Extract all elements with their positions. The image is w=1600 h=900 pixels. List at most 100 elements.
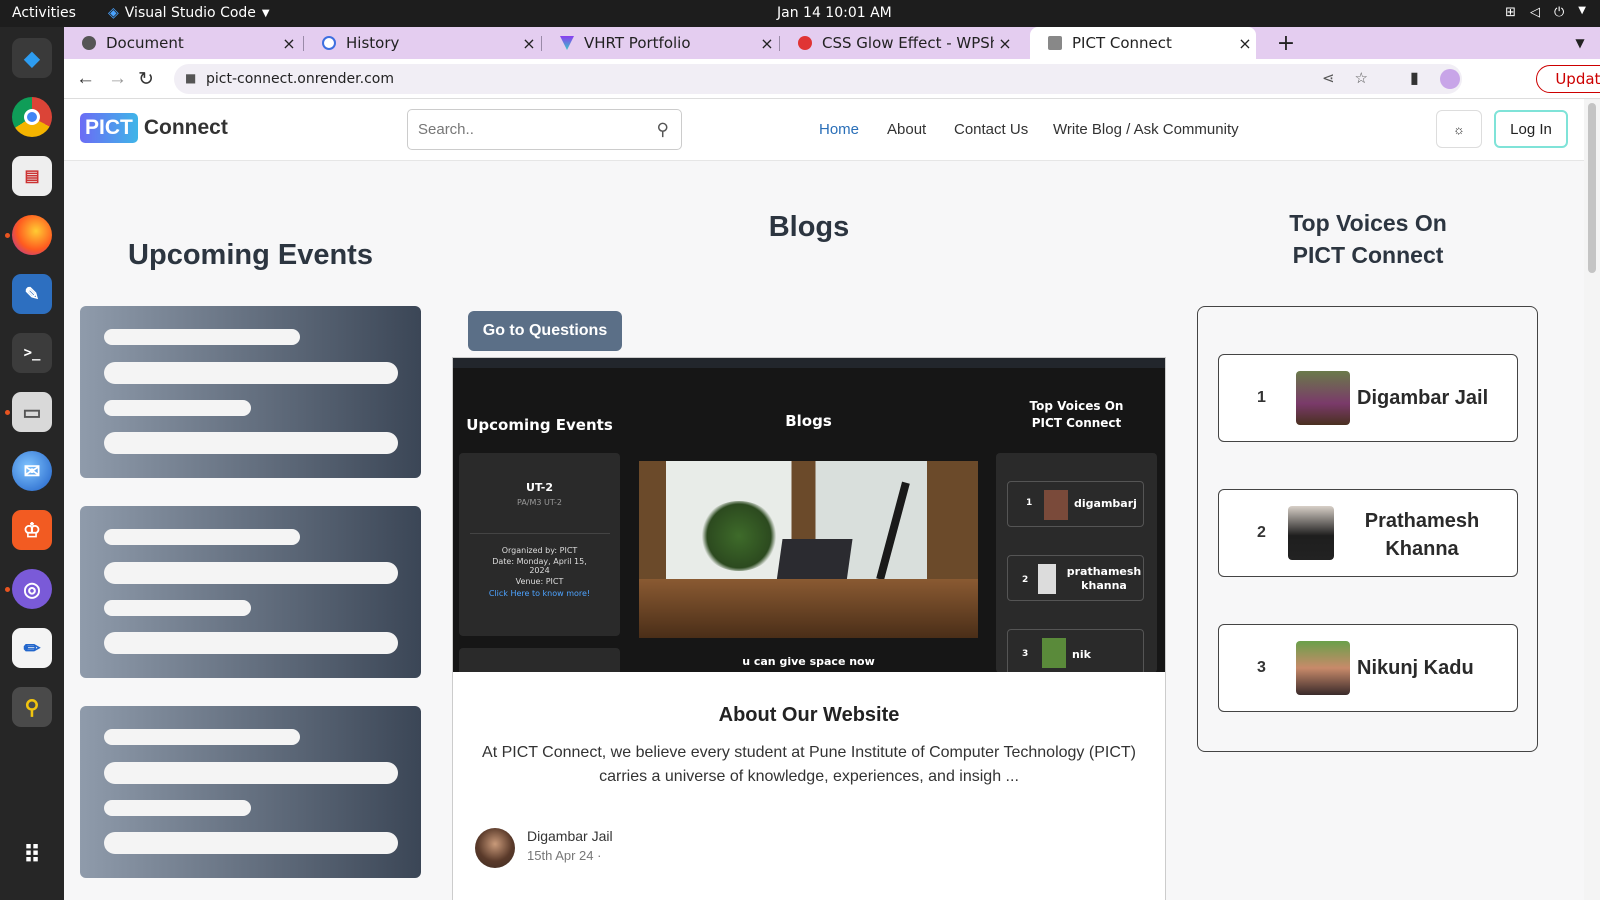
caret-down-icon: ▼ — [261, 7, 270, 19]
history-icon — [322, 36, 336, 50]
back-icon[interactable]: ← — [76, 68, 95, 90]
close-icon[interactable]: × — [994, 34, 1016, 53]
search-input[interactable]: Search.. ⚲ — [407, 109, 682, 150]
plus-icon: + — [1276, 30, 1296, 56]
page-scrollbar[interactable] — [1584, 99, 1600, 900]
skeleton-line — [104, 729, 300, 745]
update-button[interactable]: Update ⋮ — [1536, 65, 1600, 93]
blog-body: About Our Website At PICT Connect, we be… — [453, 704, 1165, 789]
update-label: Update — [1555, 70, 1600, 88]
preview-event-sub: PA/M3 UT-2 — [517, 498, 562, 507]
preview-voice-item: 3 nik — [1007, 629, 1144, 672]
search-placeholder: Search.. — [418, 121, 474, 138]
tab-list-button[interactable]: ▼ — [1568, 27, 1592, 59]
tab-css-glow-effect[interactable]: CSS Glow Effect - WPShout × — [780, 27, 1016, 59]
globe-icon — [82, 36, 96, 50]
search-icon[interactable]: ⚲ — [657, 120, 669, 140]
share-icon[interactable]: ⋖ — [1322, 69, 1335, 87]
chevron-down-icon: ▼ — [1575, 36, 1585, 50]
logo-pict: PICT — [80, 113, 138, 143]
vscode-icon[interactable]: ◆ — [12, 38, 52, 78]
side-panel-icon[interactable]: ▮ — [1410, 68, 1419, 88]
nav-write-blog[interactable]: Write Blog / Ask Community — [1053, 121, 1239, 138]
brave-icon[interactable]: ♔ — [12, 510, 52, 550]
nav-home[interactable]: Home — [819, 121, 859, 138]
clock[interactable]: Jan 14 10:01 AM — [777, 5, 892, 21]
voice-item[interactable]: 1 Digambar Jail — [1218, 354, 1518, 442]
tab-title: CSS Glow Effect - WPShout — [822, 34, 994, 52]
preview-event-title: UT-2 — [525, 481, 554, 494]
app-menu-label: Visual Studio Code — [124, 5, 256, 21]
voice-item[interactable]: 3 Nikunj Kadu — [1218, 624, 1518, 712]
scrollbar-thumb[interactable] — [1588, 103, 1596, 273]
tab-pict-connect[interactable]: PICT Connect × — [1030, 27, 1256, 59]
nav-about[interactable]: About — [887, 121, 926, 138]
web-page: PICT Connect Search.. ⚲ Home About Conta… — [64, 99, 1600, 900]
chrome-icon[interactable] — [12, 97, 52, 137]
chevron-down-icon: ▼ — [1578, 5, 1586, 16]
running-indicator — [5, 587, 10, 592]
site-logo[interactable]: PICT Connect — [80, 113, 228, 143]
plant — [699, 501, 779, 571]
theme-toggle-button[interactable]: ☼ — [1436, 110, 1482, 148]
blog-cover-image: Upcoming Events Blogs Top Voices On PICT… — [453, 358, 1165, 672]
screenshot-icon[interactable]: ⚲ — [12, 687, 52, 727]
document-viewer-icon[interactable]: ▤ — [12, 156, 52, 196]
writer-icon[interactable]: ✎ — [12, 274, 52, 314]
address-bar[interactable]: ■ pict-connect.onrender.com — [174, 64, 1462, 94]
tab-vhrt-portfolio[interactable]: VHRT Portfolio × — [542, 27, 778, 59]
app-grid-icon[interactable]: ⠿ — [12, 835, 52, 875]
go-to-questions-button[interactable]: Go to Questions — [468, 311, 622, 351]
close-icon[interactable]: × — [278, 34, 300, 53]
star-icon[interactable]: ☆ — [1355, 69, 1368, 87]
thunderbird-icon[interactable]: ✉ — [12, 451, 52, 491]
skeleton-line — [104, 529, 300, 545]
preview-caption: u can give space now — [742, 655, 875, 668]
profile-avatar[interactable] — [1440, 69, 1460, 89]
close-icon[interactable]: × — [756, 34, 778, 53]
lock-icon: ■ — [185, 71, 197, 85]
tab-document[interactable]: Document × — [64, 27, 300, 59]
preview-voices-card: 1 digambarj 2 prathamesh khanna 3 nik — [996, 453, 1157, 672]
firefox-icon[interactable] — [12, 215, 52, 255]
blog-author[interactable]: Digambar Jail 15th Apr 24 · — [475, 828, 613, 868]
tab-title: VHRT Portfolio — [584, 34, 691, 52]
preview-voice-rank: 2 — [1022, 575, 1029, 585]
avatar — [1288, 506, 1334, 560]
preview-voice-name: digambarj — [1074, 497, 1137, 510]
forward-icon[interactable]: → — [108, 68, 127, 90]
skeleton-line — [104, 362, 398, 384]
activities-button[interactable]: Activities — [12, 5, 76, 21]
close-icon[interactable]: × — [1234, 34, 1256, 53]
preview-voice-item: 2 prathamesh khanna — [1007, 555, 1144, 601]
voice-rank: 3 — [1257, 659, 1266, 676]
power-icon: ⏻ — [1554, 5, 1565, 20]
voice-rank: 1 — [1257, 389, 1266, 406]
preview-voice-rank: 1 — [1026, 498, 1033, 508]
text-editor-icon[interactable]: ✏ — [12, 628, 52, 668]
pict-favicon-icon — [1048, 36, 1062, 50]
skeleton-line — [104, 562, 398, 584]
preview-voice-name: prathamesh khanna — [1066, 565, 1142, 592]
close-icon[interactable]: × — [518, 34, 540, 53]
nav-contact-us[interactable]: Contact Us — [954, 121, 1028, 138]
blog-card[interactable]: Upcoming Events Blogs Top Voices On PICT… — [452, 357, 1166, 900]
app-menu[interactable]: ◈ Visual Studio Code ▼ — [108, 5, 270, 21]
blog-title[interactable]: About Our Website — [453, 704, 1165, 727]
preview-voice-avatar — [1038, 564, 1056, 594]
voice-rank: 2 — [1257, 524, 1266, 541]
terminal-icon[interactable]: >_ — [12, 333, 52, 373]
reload-icon[interactable]: ↻ — [138, 68, 154, 91]
tab-history[interactable]: History × — [304, 27, 540, 59]
sun-icon: ☼ — [1453, 121, 1465, 137]
system-tray[interactable]: ⊞ ◁ ⏻ ▼ — [1505, 5, 1586, 20]
tab-title: Document — [106, 34, 184, 52]
volume-icon: ◁ — [1530, 5, 1540, 20]
preview-desk-photo — [639, 461, 978, 638]
login-button[interactable]: Log In — [1494, 110, 1568, 148]
files-icon[interactable]: ▭ — [12, 392, 52, 432]
network-app-icon[interactable]: ◎ — [12, 569, 52, 609]
new-tab-button[interactable]: + — [1272, 27, 1300, 59]
skeleton-line — [104, 329, 300, 345]
voice-item[interactable]: 2 Prathamesh Khanna — [1218, 489, 1518, 577]
